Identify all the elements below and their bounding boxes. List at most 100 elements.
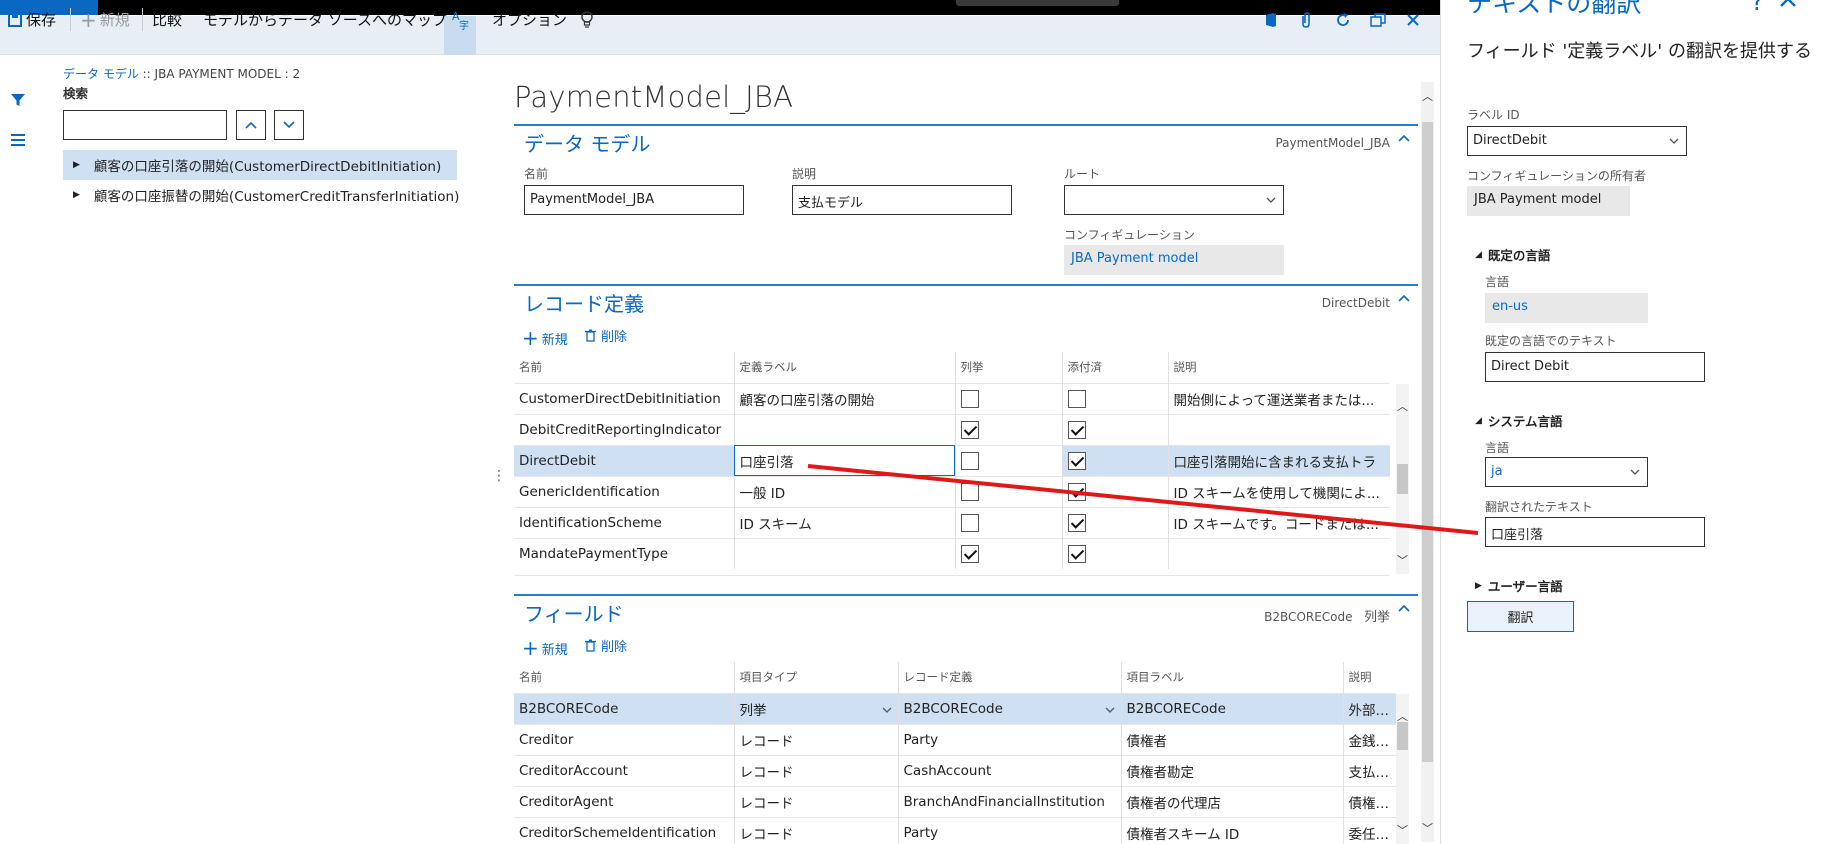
- collapse-icon[interactable]: [1398, 294, 1410, 302]
- cell-name[interactable]: CreditorAccount: [514, 754, 734, 786]
- cell-label[interactable]: [733, 413, 955, 445]
- scroll-down-icon[interactable]: ﹀: [1422, 820, 1433, 836]
- map-model-to-datasource-button[interactable]: モデルからデータ ソースへのマップ: [203, 0, 447, 39]
- cell-name[interactable]: GenericIdentification: [514, 475, 734, 507]
- column-header-record-definition[interactable]: レコード定義: [897, 662, 1121, 693]
- cell-description[interactable]: 開始側によって運送業者または...: [1167, 382, 1390, 414]
- search-previous-button[interactable]: [236, 110, 266, 140]
- fields-new-button[interactable]: + 新規: [522, 636, 568, 660]
- scroll-down-icon[interactable]: ﹀: [1397, 552, 1408, 568]
- cell-type[interactable]: レコード: [733, 754, 898, 786]
- table-row[interactable]: MandatePaymentType: [514, 537, 1390, 569]
- expand-triangle-icon[interactable]: ▶: [73, 160, 80, 170]
- cell-description[interactable]: [1167, 413, 1390, 445]
- compare-button[interactable]: 比較: [152, 0, 182, 39]
- system-language-select[interactable]: ja: [1485, 457, 1648, 487]
- table-row[interactable]: CreditorAgent レコード BranchAndFinancialIns…: [514, 785, 1396, 817]
- pane-close-icon[interactable]: [1779, 0, 1797, 12]
- cell-name[interactable]: DebitCreditReportingIndicator: [514, 413, 734, 445]
- tree-item-customer-credit-transfer[interactable]: ▶ 顧客の口座振替の開始(CustomerCreditTransferIniti…: [63, 180, 459, 210]
- cell-type[interactable]: レコード: [733, 723, 898, 755]
- splitter-handle[interactable]: ⋮: [492, 468, 506, 484]
- cell-label-editing[interactable]: 口座引落: [733, 444, 955, 476]
- tree-item-customer-direct-debit[interactable]: ▶ 顧客の口座引落の開始(CustomerDirectDebitInitiati…: [63, 150, 457, 180]
- cell-name[interactable]: CreditorSchemeIdentification: [514, 816, 734, 844]
- column-header-description[interactable]: 説明: [1167, 352, 1390, 383]
- scroll-up-icon[interactable]: ︿: [1422, 88, 1433, 104]
- cell-record[interactable]: BranchAndFinancialInstitution: [897, 785, 1121, 817]
- scroll-up-icon[interactable]: ︿: [1397, 708, 1408, 724]
- user-language-header[interactable]: ▶ ユーザー言語: [1475, 576, 1563, 595]
- attached-checkbox[interactable]: [1067, 451, 1086, 470]
- scroll-down-icon[interactable]: ﹀: [1397, 822, 1408, 838]
- cell-description[interactable]: 委任状に: [1342, 816, 1396, 844]
- cell-description[interactable]: 支払トラ: [1342, 754, 1396, 786]
- column-header-attached[interactable]: 添付済: [1061, 352, 1168, 383]
- label-id-select[interactable]: DirectDebit: [1467, 126, 1687, 156]
- attached-checkbox[interactable]: [1067, 513, 1086, 532]
- cell-name[interactable]: CustomerDirectDebitInitiation: [514, 382, 734, 414]
- translate-icon[interactable]: A字: [451, 0, 475, 39]
- records-scrollbar-thumb[interactable]: [1397, 464, 1408, 494]
- cell-description[interactable]: ID スキームです。コードまたは...: [1167, 506, 1390, 538]
- system-language-header[interactable]: ◢ システム言語: [1475, 411, 1563, 430]
- table-row[interactable]: DebitCreditReportingIndicator: [514, 413, 1390, 445]
- cell-description[interactable]: 債権者の: [1342, 785, 1396, 817]
- cell-description[interactable]: 口座引落開始に含まれる支払トラ: [1167, 444, 1390, 476]
- column-header-enum[interactable]: 列挙: [954, 352, 1062, 383]
- lightbulb-icon[interactable]: [580, 0, 598, 39]
- cell-name[interactable]: MandatePaymentType: [514, 537, 734, 569]
- cell-label[interactable]: 一般 ID: [733, 475, 955, 507]
- cell-name[interactable]: CreditorAgent: [514, 785, 734, 817]
- cell-label[interactable]: 債権者スキーム ID: [1120, 816, 1343, 844]
- page-scrollbar-thumb[interactable]: [1422, 122, 1433, 762]
- cell-label[interactable]: 債権者: [1120, 723, 1343, 755]
- refresh-icon[interactable]: [1335, 0, 1355, 39]
- root-select[interactable]: [1064, 185, 1284, 215]
- section-fields-header[interactable]: フィールド B2BCORECode 列挙: [514, 594, 1418, 626]
- column-header-name[interactable]: 名前: [514, 352, 734, 383]
- cell-record[interactable]: Party: [897, 723, 1121, 755]
- section-record-definitions-header[interactable]: レコード定義 DirectDebit: [514, 284, 1418, 316]
- cell-name[interactable]: B2BCORECode: [514, 692, 734, 724]
- attached-checkbox[interactable]: [1067, 420, 1086, 439]
- enum-checkbox[interactable]: [960, 482, 979, 501]
- cell-label[interactable]: ID スキーム: [733, 506, 955, 538]
- expand-triangle-icon[interactable]: ▶: [73, 190, 80, 200]
- table-row[interactable]: Creditor レコード Party 債権者 金銭が支: [514, 723, 1396, 755]
- cell-type[interactable]: レコード: [733, 785, 898, 817]
- table-row[interactable]: CustomerDirectDebitInitiation 顧客の口座引落の開始…: [514, 382, 1390, 414]
- cell-name[interactable]: Creditor: [514, 723, 734, 755]
- section-data-model-header[interactable]: データ モデル PaymentModel_JBA: [514, 124, 1418, 156]
- close-icon[interactable]: [1406, 0, 1424, 39]
- default-text-field[interactable]: Direct Debit: [1485, 352, 1705, 382]
- scroll-up-icon[interactable]: ︿: [1397, 398, 1408, 414]
- cell-description[interactable]: ID スキームを使用して機関によ...: [1167, 475, 1390, 507]
- name-field[interactable]: PaymentModel_JBA: [524, 185, 744, 215]
- breadcrumb-link-data-model[interactable]: データ モデル: [63, 67, 139, 81]
- enum-checkbox[interactable]: [960, 513, 979, 532]
- fields-delete-button[interactable]: 削除: [585, 636, 627, 655]
- configuration-link[interactable]: JBA Payment model: [1064, 245, 1284, 275]
- cell-description[interactable]: [1167, 537, 1390, 569]
- enum-checkbox[interactable]: [960, 389, 979, 408]
- enum-checkbox[interactable]: [960, 420, 979, 439]
- default-language-header[interactable]: ◢ 既定の言語: [1475, 245, 1550, 264]
- cell-label[interactable]: [733, 537, 955, 569]
- translate-button[interactable]: 翻訳: [1467, 601, 1574, 632]
- options-button[interactable]: オプション: [492, 0, 567, 39]
- cell-type[interactable]: レコード: [733, 816, 898, 844]
- fields-scrollbar-thumb[interactable]: [1397, 722, 1408, 750]
- collapse-icon[interactable]: [1398, 604, 1410, 612]
- enum-checkbox[interactable]: [960, 451, 979, 470]
- table-row[interactable]: CreditorSchemeIdentification レコード Party …: [514, 816, 1396, 844]
- records-new-button[interactable]: + 新規: [522, 326, 568, 350]
- cell-description[interactable]: 金銭が支: [1342, 723, 1396, 755]
- cell-label[interactable]: B2BCORECode: [1120, 692, 1343, 724]
- cell-description[interactable]: 外部のD: [1342, 692, 1396, 724]
- search-input[interactable]: [63, 110, 227, 140]
- page-scrollbar[interactable]: [1421, 82, 1434, 842]
- cell-name[interactable]: DirectDebit: [514, 444, 734, 476]
- column-header-name[interactable]: 名前: [514, 662, 734, 693]
- attached-checkbox[interactable]: [1067, 482, 1086, 501]
